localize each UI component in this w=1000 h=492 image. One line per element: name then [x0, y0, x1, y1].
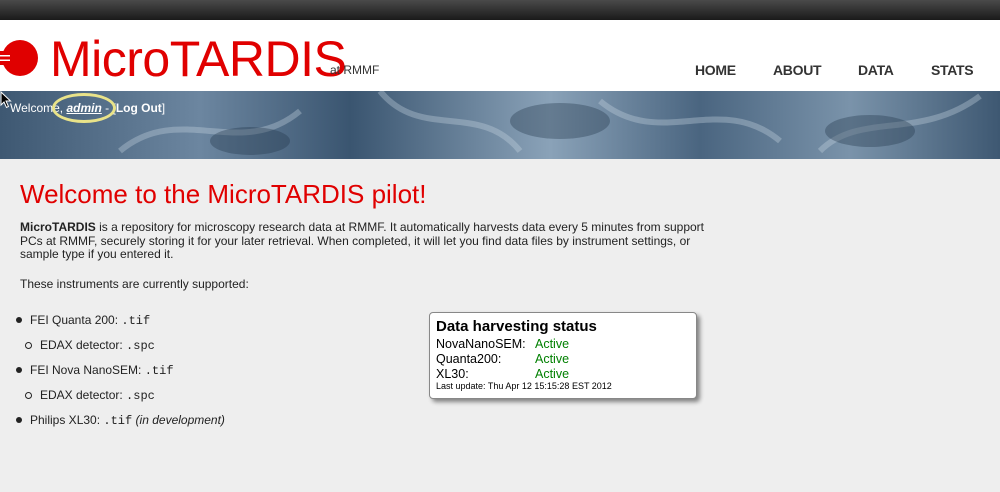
instrument-label: Philips XL30:	[30, 413, 104, 427]
instrument-label: EDAX detector:	[40, 338, 127, 352]
instrument-ext: .tif	[121, 314, 151, 328]
intro-bold: MicroTARDIS	[20, 220, 96, 234]
brand-title[interactable]: MicroTARDIS	[50, 31, 347, 87]
click-highlight	[52, 93, 116, 123]
instrument-ext: .tif	[103, 414, 133, 428]
harvest-status-panel: Data harvesting status NovaNanoSEM: Acti…	[429, 312, 697, 399]
intro-text: is a repository for microscopy research …	[20, 220, 705, 261]
list-item: Philips XL30: .tif (in development)	[30, 413, 225, 428]
bullet-icon	[16, 317, 22, 323]
status-name-nova: NovaNanoSEM:	[436, 337, 526, 351]
brand-subtitle: at RMMF	[330, 63, 380, 77]
nav-home[interactable]: HOME	[695, 62, 736, 78]
welcome-suffix: ]	[161, 101, 166, 115]
nav-about[interactable]: ABOUT	[773, 62, 822, 78]
list-item: FEI Nova NanoSEM: .tif	[30, 363, 174, 378]
list-item: FEI Quanta 200: .tif	[30, 313, 150, 328]
instrument-label: EDAX detector:	[40, 388, 127, 402]
circle-bullet-icon	[25, 342, 32, 349]
bullet-icon	[16, 417, 22, 423]
logout-link[interactable]: Log Out	[116, 101, 162, 115]
mouse-cursor-icon	[0, 91, 12, 109]
page-title: Welcome to the MicroTARDIS pilot!	[20, 179, 427, 209]
banner: Welcome, admin - [Log Out]	[0, 91, 1000, 159]
nav-stats[interactable]: STATS	[931, 62, 974, 78]
header: MicroTARDIS at RMMF HOME ABOUT DATA STAT…	[0, 20, 1000, 91]
instrument-note: (in development)	[135, 413, 225, 427]
status-name-xl30: XL30:	[436, 367, 469, 381]
nav-data[interactable]: DATA	[858, 62, 894, 78]
status-name-quanta: Quanta200:	[436, 352, 502, 366]
status-value-xl30: Active	[535, 367, 570, 381]
instrument-label: FEI Nova NanoSEM:	[30, 363, 145, 377]
supported-heading: These instruments are currently supporte…	[20, 276, 249, 291]
instrument-label: FEI Quanta 200:	[30, 313, 122, 327]
top-bar	[0, 0, 1000, 20]
status-title: Data harvesting status	[436, 318, 597, 335]
last-update: Last update: Thu Apr 12 15:15:28 EST 201…	[436, 381, 612, 391]
list-item: EDAX detector: .spc	[40, 338, 155, 353]
main-content: Welcome to the MicroTARDIS pilot! MicroT…	[20, 179, 720, 291]
list-item: EDAX detector: .spc	[40, 388, 155, 403]
status-value-nova: Active	[535, 337, 570, 351]
circle-bullet-icon	[25, 392, 32, 399]
logo-icon	[0, 40, 38, 76]
status-value-quanta: Active	[535, 352, 570, 366]
instrument-ext: .spc	[126, 389, 155, 403]
instrument-ext: .tif	[144, 364, 174, 378]
intro-paragraph: MicroTARDIS is a repository for microsco…	[20, 220, 720, 262]
instrument-ext: .spc	[126, 339, 155, 353]
bullet-icon	[16, 367, 22, 373]
